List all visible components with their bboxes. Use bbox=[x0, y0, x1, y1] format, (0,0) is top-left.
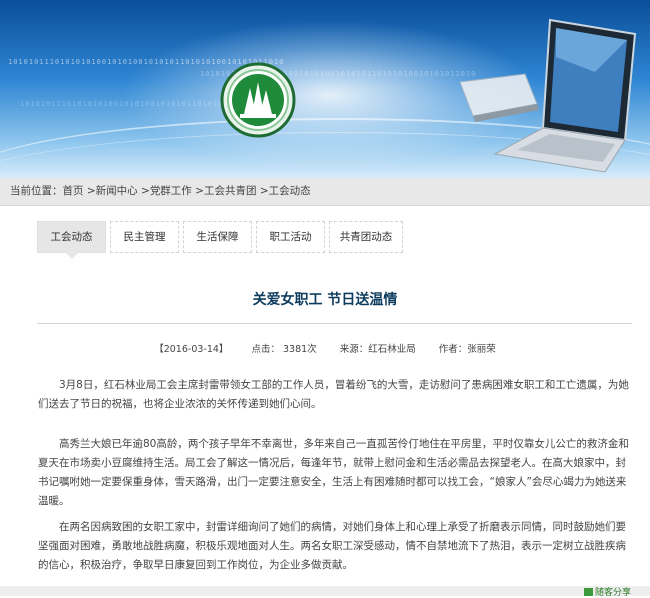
article-hits: 点击： 3381次 bbox=[251, 344, 317, 355]
article-meta: 【2016-03-14】 点击： 3381次 来源：红石林业局 作者：张丽荣 bbox=[0, 341, 650, 355]
breadcrumb-link-union[interactable]: 工会共青团 bbox=[204, 185, 257, 197]
tab-youth-league[interactable]: 共青团动态 bbox=[329, 221, 403, 253]
tab-union-news[interactable]: 工会动态 bbox=[37, 221, 106, 253]
article-date: 【2016-03-14】 bbox=[154, 344, 229, 355]
tab-life-security[interactable]: 生活保障 bbox=[183, 221, 252, 253]
article-source: 来源：红石林业局 bbox=[339, 344, 416, 355]
article-paragraph: 3月8日，红石林业局工会主席封雷带领女工部的工作人员，冒着纷飞的大雪，走访慰问了… bbox=[38, 379, 629, 410]
article-paragraph: 在两名因病致困的女职工家中，封雷详细询问了她们的病情，对她们身体上和心理上承受了… bbox=[38, 521, 626, 571]
article-title: 关爱女职工 节日送温情 bbox=[252, 292, 398, 308]
breadcrumb-label: 当前位置： bbox=[10, 185, 63, 197]
tab-staff-activities[interactable]: 职工活动 bbox=[256, 221, 325, 253]
breadcrumb-link-party[interactable]: 党群工作 bbox=[150, 185, 192, 197]
share-button[interactable]: 随客分享 bbox=[584, 585, 631, 598]
breadcrumb-link-home[interactable]: 首页 bbox=[63, 185, 84, 197]
breadcrumb-separator: > bbox=[259, 185, 269, 197]
title-divider bbox=[37, 323, 632, 324]
breadcrumb-link-news[interactable]: 新闻中心 bbox=[96, 185, 138, 197]
article-paragraph: 高秀兰大娘已年逾80高龄，两个孩子早年不幸离世，多年来自己一直孤苦伶仃地住在平房… bbox=[38, 438, 629, 507]
footer-bar bbox=[0, 586, 650, 596]
laptop-illustration bbox=[459, 18, 637, 173]
breadcrumb-separator: > bbox=[141, 185, 150, 197]
breadcrumb: 当前位置：首页 >新闻中心 >党群工作 >工会共青团 >工会动态 bbox=[0, 178, 650, 206]
active-tab-pointer bbox=[65, 252, 79, 259]
company-logo bbox=[220, 62, 296, 138]
share-icon bbox=[584, 588, 593, 596]
category-tabs: 工会动态 民主管理 生活保障 职工活动 共青团动态 bbox=[37, 221, 637, 253]
breadcrumb-separator: > bbox=[86, 185, 96, 197]
breadcrumb-separator: > bbox=[195, 185, 204, 197]
breadcrumb-link-current[interactable]: 工会动态 bbox=[269, 185, 311, 197]
header-banner: 1010101110101010100101010010101011010101… bbox=[0, 0, 650, 178]
tab-democratic-management[interactable]: 民主管理 bbox=[110, 221, 179, 253]
article-author: 作者：张丽荣 bbox=[438, 344, 496, 355]
share-label: 随客分享 bbox=[595, 588, 632, 598]
